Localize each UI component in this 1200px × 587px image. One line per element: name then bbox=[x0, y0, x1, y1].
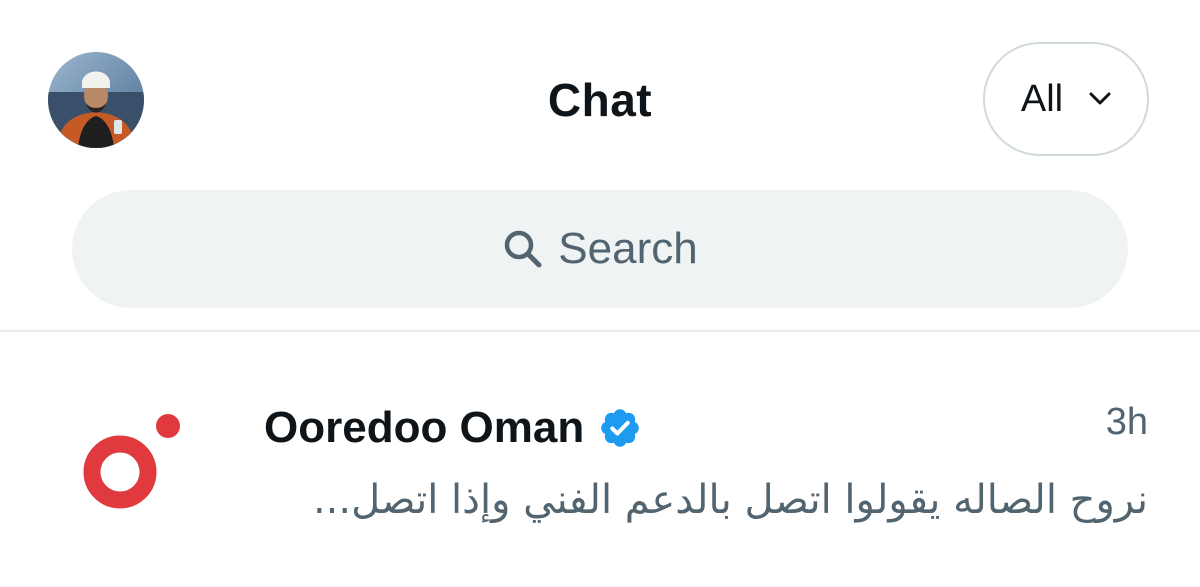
conversation-row[interactable]: Ooredoo Oman 3h نروح الصاله يقولوا اتصل … bbox=[0, 332, 1200, 587]
search-placeholder: Search bbox=[558, 224, 698, 273]
conversation-time: 3h bbox=[1105, 401, 1148, 443]
filter-dropdown-button[interactable]: All bbox=[983, 42, 1149, 156]
search-input[interactable]: Search bbox=[72, 190, 1128, 308]
filter-label: All bbox=[1020, 78, 1064, 120]
conversation-name: Ooredoo Oman bbox=[264, 403, 585, 452]
verified-badge-icon bbox=[601, 409, 640, 447]
chevron-down-icon bbox=[1089, 92, 1111, 105]
conversation-preview: نروح الصاله يقولوا اتصل بالدعم الفني وإذ… bbox=[312, 477, 1148, 523]
search-icon bbox=[505, 230, 542, 268]
ooredoo-logo-icon bbox=[83, 414, 180, 509]
chat-header: Chat All bbox=[0, 0, 1200, 190]
conversation-header: Ooredoo Oman bbox=[264, 402, 642, 454]
